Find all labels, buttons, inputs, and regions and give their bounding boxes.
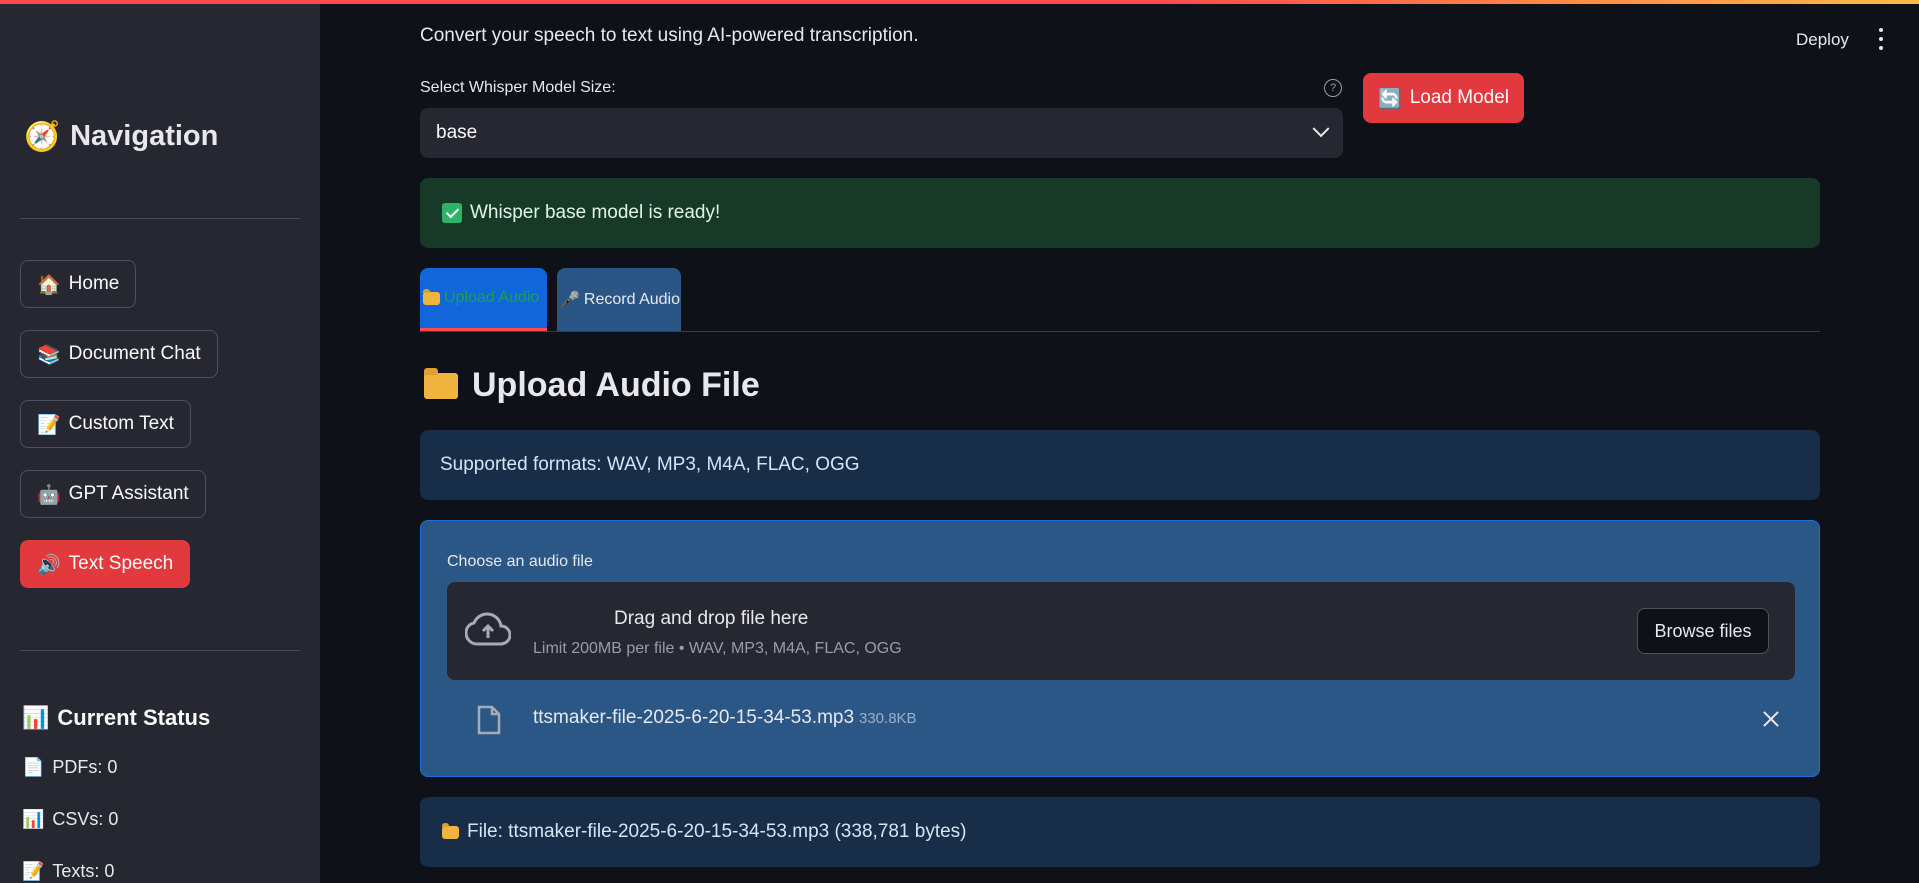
status-heading-text: Current Status <box>57 705 211 730</box>
supported-formats-info: Supported formats: WAV, MP3, M4A, FLAC, … <box>420 430 1820 500</box>
status-pdfs-text: PDFs: 0 <box>52 757 118 777</box>
chevron-down-icon <box>1312 120 1330 138</box>
books-icon: 📚 <box>37 343 61 366</box>
refresh-icon: 🔄 <box>1378 87 1402 110</box>
uploader-label: Choose an audio file <box>447 553 593 570</box>
microphone-icon: 🎤 <box>560 290 580 309</box>
check-icon <box>442 203 462 223</box>
model-size-value: base <box>436 122 478 143</box>
dropzone-limit: Limit 200MB per file • WAV, MP3, M4A, FL… <box>533 640 902 657</box>
browse-files-button[interactable]: Browse files <box>1637 608 1769 654</box>
file-info-box: File: ttsmaker-file-2025-6-20-15-34-53.m… <box>420 797 1820 867</box>
remove-file-icon[interactable] <box>1761 709 1781 729</box>
load-model-button[interactable]: 🔄 Load Model <box>1363 73 1524 123</box>
file-uploader: Choose an audio file Drag and drop file … <box>420 520 1820 777</box>
speaker-icon: 🔊 <box>37 553 61 576</box>
load-model-label: Load Model <box>1409 87 1509 108</box>
nav-button-label: Text Speech <box>68 553 174 574</box>
nav-button-label: GPT Assistant <box>68 483 189 504</box>
tab-record-audio[interactable]: 🎤 Record Audio <box>557 268 681 331</box>
nav-button-label: Home <box>68 273 120 294</box>
tab-label: Upload Audio <box>444 289 540 306</box>
nav-button-text-speech[interactable]: 🔊 Text Speech <box>20 540 191 588</box>
status-texts: 📝 Texts: 0 <box>22 861 114 882</box>
house-icon: 🏠 <box>37 273 61 296</box>
model-size-select[interactable]: base <box>420 108 1343 158</box>
nav-button-document-chat[interactable]: 📚 Document Chat <box>20 330 218 378</box>
model-select-label: Select Whisper Model Size: <box>420 79 616 96</box>
tab-upload-audio[interactable]: Upload Audio <box>420 268 547 331</box>
nav-button-gpt-assistant[interactable]: 🤖 GPT Assistant <box>20 470 206 518</box>
uploaded-file-row: ttsmaker-file-2025-6-20-15-34-53.mp3 330… <box>447 701 1795 741</box>
chart-icon: 📊 <box>22 705 50 731</box>
uploaded-file-name: ttsmaker-file-2025-6-20-15-34-53.mp3 <box>533 707 855 728</box>
uploaded-file-size: 330.8KB <box>859 710 917 727</box>
more-menu-icon[interactable] <box>1874 28 1888 50</box>
success-alert-text: Whisper base model is ready! <box>470 202 721 223</box>
compass-icon: 🧭 <box>24 119 61 153</box>
section-heading-text: Upload Audio File <box>472 366 760 404</box>
robot-icon: 🤖 <box>37 483 61 506</box>
sidebar-divider <box>20 650 300 651</box>
status-pdfs: 📄 PDFs: 0 <box>22 757 117 778</box>
tab-label: Record Audio <box>583 290 680 308</box>
nav-button-label: Custom Text <box>68 413 174 434</box>
dropzone-title: Drag and drop file here <box>614 608 809 629</box>
help-icon[interactable]: ? <box>1324 79 1342 97</box>
dropzone[interactable]: Drag and drop file here Limit 200MB per … <box>447 582 1795 680</box>
cloud-upload-icon <box>465 612 511 646</box>
status-texts-text: Texts: 0 <box>52 861 115 881</box>
document-icon: 📄 <box>22 757 45 778</box>
status-heading: 📊 Current Status <box>22 705 210 731</box>
folder-icon <box>423 288 440 305</box>
status-csvs-text: CSVs: 0 <box>52 809 119 829</box>
top-accent-bar <box>0 0 1919 4</box>
memo-icon: 📝 <box>37 413 61 436</box>
file-info-text: File: ttsmaker-file-2025-6-20-15-34-53.m… <box>467 821 967 842</box>
sidebar-title: 🧭 Navigation <box>24 119 218 154</box>
page-subtitle: Convert your speech to text using AI-pow… <box>420 25 919 46</box>
nav-button-label: Document Chat <box>68 343 201 364</box>
success-alert: Whisper base model is ready! <box>420 178 1820 248</box>
sidebar-divider <box>20 218 300 219</box>
status-csvs: 📊 CSVs: 0 <box>22 809 118 830</box>
tab-divider <box>420 331 1820 332</box>
deploy-button[interactable]: Deploy <box>1796 30 1849 50</box>
memo-icon: 📝 <box>22 861 45 882</box>
nav-button-home[interactable]: 🏠 Home <box>20 260 137 308</box>
section-heading: Upload Audio File <box>424 366 760 405</box>
nav-button-custom-text[interactable]: 📝 Custom Text <box>20 400 191 448</box>
sidebar-title-text: Navigation <box>70 120 219 152</box>
file-icon <box>477 705 501 735</box>
sidebar: 🧭 Navigation 🏠 Home 📚 Document Chat 📝 Cu… <box>0 0 320 883</box>
chart-icon: 📊 <box>22 809 45 830</box>
folder-icon <box>442 822 459 839</box>
supported-formats-text: Supported formats: WAV, MP3, M4A, FLAC, … <box>440 454 860 475</box>
folder-icon <box>424 367 458 399</box>
